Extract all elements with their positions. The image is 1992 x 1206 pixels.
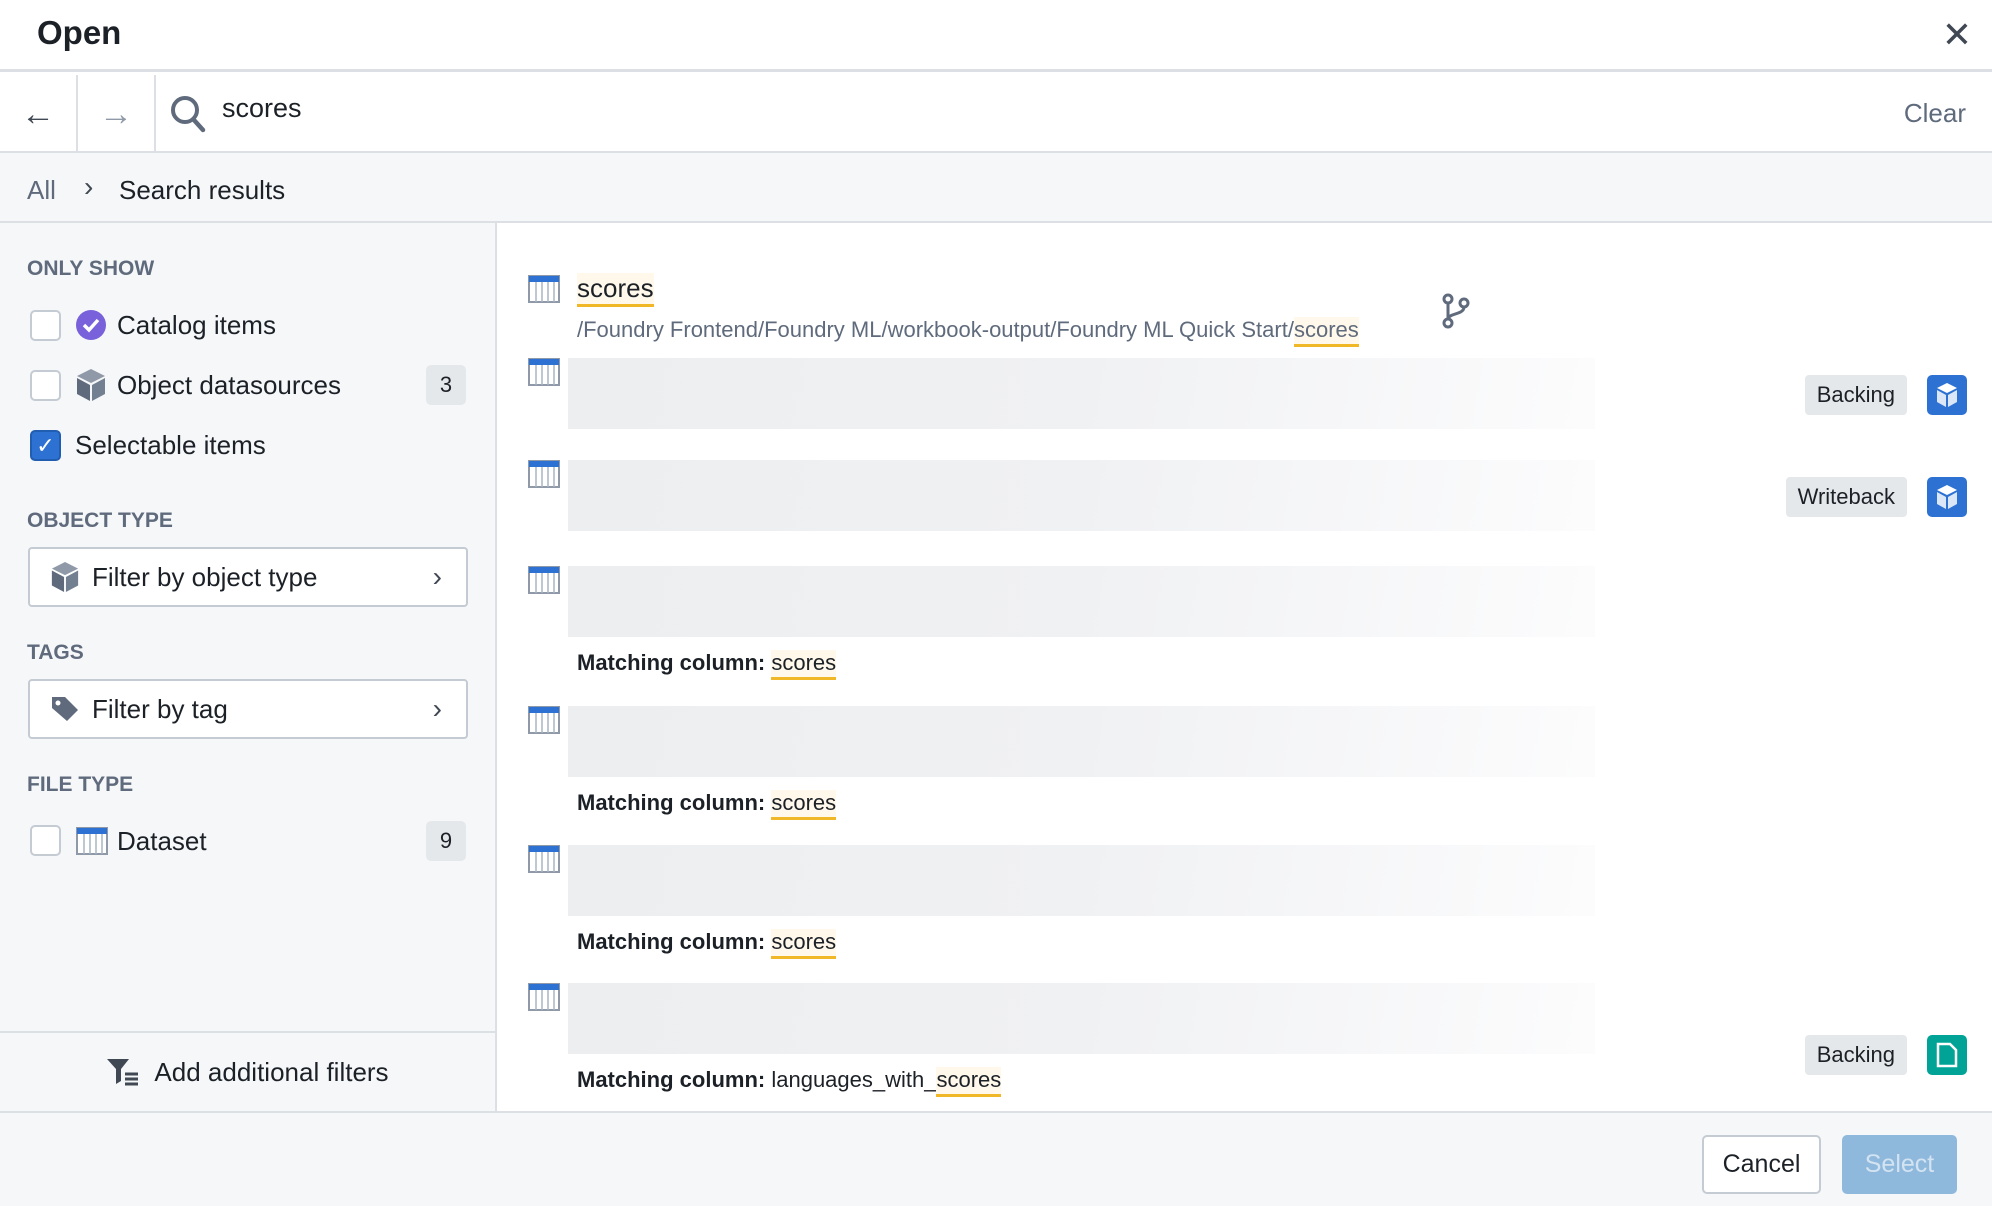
object-cube-icon (1927, 375, 1967, 415)
matching-column-prefix: languages_with_ (771, 1067, 937, 1092)
dataset-icon (528, 460, 560, 493)
matching-column: Matching column: scores (577, 929, 837, 959)
breadcrumb-all[interactable]: All (27, 175, 56, 206)
dialog-header: Open ✕ (0, 0, 1992, 72)
redacted-result-title (568, 706, 1595, 777)
filter-by-tag-label: Filter by tag (92, 693, 228, 724)
dataset-icon (528, 983, 560, 1016)
dialog-title: Open (37, 14, 122, 51)
arrow-left-icon: ← (21, 94, 55, 133)
tags-heading: TAGS (27, 641, 84, 664)
verified-badge-icon (76, 310, 106, 340)
redacted-result-title (568, 460, 1595, 531)
filter-by-tag-button[interactable]: Filter by tag › (28, 679, 468, 739)
check-icon: ✓ (36, 432, 55, 458)
redacted-result-title (568, 358, 1595, 429)
path-match: scores (1293, 317, 1359, 347)
matching-column: Matching column: languages_with_scores (577, 1067, 1002, 1097)
redacted-result-title (568, 983, 1595, 1054)
cube-icon (51, 562, 79, 592)
cancel-button[interactable]: Cancel (1702, 1135, 1821, 1194)
matching-column: Matching column: scores (577, 650, 837, 680)
role-badge: Writeback (1785, 477, 1907, 517)
add-additional-filters-label: Add additional filters (154, 1056, 389, 1087)
result-row[interactable]: Matching column: languages_with_scores Ba… (499, 983, 1992, 1113)
role-badge: Backing (1804, 1035, 1907, 1075)
matching-column-label: Matching column: (577, 790, 766, 815)
dataset-icon (528, 845, 560, 878)
search-icon (171, 96, 206, 133)
catalog-items-checkbox[interactable] (30, 310, 61, 341)
dataset-icon (528, 566, 560, 599)
search-input[interactable] (222, 93, 1822, 124)
result-path: /Foundry Frontend/Foundry ML/workbook-ou… (577, 317, 1359, 347)
object-cube-icon (1927, 477, 1967, 517)
tag-icon (52, 697, 78, 721)
selectable-items-checkbox[interactable]: ✓ (30, 430, 61, 461)
matching-column-match: scores (771, 929, 837, 959)
dataset-label: Dataset (117, 826, 207, 856)
object-datasources-label: Object datasources (117, 370, 342, 400)
result-row[interactable]: Matching column: scores (499, 706, 1992, 836)
forward-button[interactable]: → (78, 75, 156, 153)
filter-sidebar: ONLY SHOW Catalog items Object datasourc… (0, 223, 497, 1111)
matching-column-match: scores (771, 790, 837, 820)
branch-icon (1442, 293, 1470, 329)
filter-by-object-type-label: Filter by object type (92, 561, 318, 592)
dataset-count: 9 (426, 821, 466, 861)
file-type-heading: FILE TYPE (27, 773, 134, 796)
cube-icon (77, 369, 105, 401)
search-bar: ← → Clear (0, 75, 1992, 153)
dataset-icon (528, 706, 560, 739)
object-type-heading: OBJECT TYPE (27, 509, 173, 532)
breadcrumb: All › Search results (0, 153, 1992, 223)
add-additional-filters-button[interactable]: Add additional filters (0, 1031, 495, 1111)
dataset-checkbox[interactable] (30, 825, 61, 856)
chevron-right-icon: › (432, 561, 442, 592)
result-row[interactable]: Matching column: scores (499, 845, 1992, 975)
chevron-right-icon: › (432, 693, 442, 724)
result-row[interactable]: scores /Foundry Frontend/Foundry ML/work… (499, 243, 1992, 353)
object-datasources-checkbox[interactable] (30, 370, 61, 401)
path-prefix: /Foundry Frontend/Foundry ML/workbook-ou… (577, 317, 1294, 342)
result-row[interactable]: Matching column: scores (499, 566, 1992, 696)
dataset-icon (528, 358, 560, 391)
redacted-result-title (568, 845, 1595, 916)
only-show-heading: ONLY SHOW (27, 257, 155, 280)
matching-column-label: Matching column: (577, 929, 766, 954)
arrow-right-icon: → (99, 94, 133, 133)
redacted-result-title (568, 566, 1595, 637)
close-icon[interactable]: ✕ (1942, 14, 1972, 56)
dataset-icon (528, 275, 560, 303)
back-button[interactable]: ← (0, 75, 78, 153)
chevron-right-icon: › (84, 171, 94, 202)
matching-column-label: Matching column: (577, 1067, 766, 1092)
matching-column-match: scores (936, 1067, 1002, 1097)
select-button[interactable]: Select (1842, 1135, 1957, 1194)
dialog-footer: Cancel Select (0, 1111, 1992, 1206)
object-datasources-count: 3 (426, 365, 466, 405)
clear-button[interactable]: Clear (1904, 98, 1966, 129)
role-badge: Backing (1804, 375, 1907, 415)
file-icon (1927, 1035, 1967, 1075)
matching-column-label: Matching column: (577, 650, 766, 675)
results-list: scores /Foundry Frontend/Foundry ML/work… (499, 223, 1992, 1111)
selectable-items-label: Selectable items (75, 430, 266, 460)
dataset-icon (76, 827, 108, 855)
breadcrumb-current: Search results (119, 175, 286, 205)
catalog-items-label: Catalog items (117, 310, 276, 340)
matching-column: Matching column: scores (577, 790, 837, 820)
filter-list-icon (107, 1059, 139, 1086)
result-title: scores (577, 273, 654, 307)
matching-column-match: scores (771, 650, 837, 680)
filter-by-object-type-button[interactable]: Filter by object type › (28, 547, 468, 607)
